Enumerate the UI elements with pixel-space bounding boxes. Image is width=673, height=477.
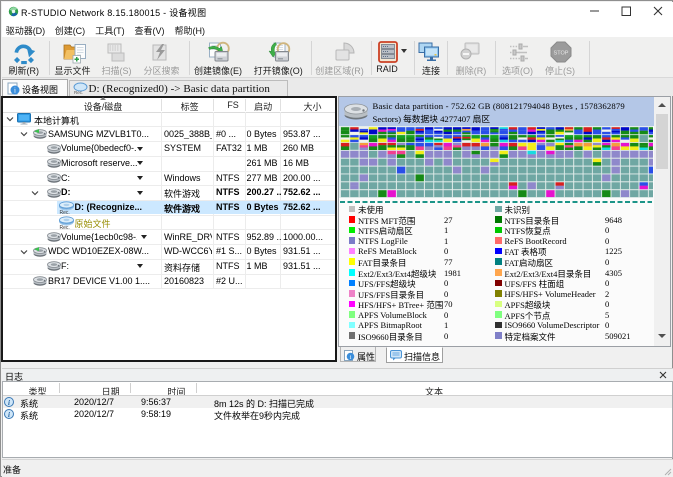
svg-text:Rec.: Rec. bbox=[74, 90, 83, 95]
svg-text:i: i bbox=[8, 399, 10, 407]
svg-text:Rec.: Rec. bbox=[59, 210, 69, 214]
svg-text:i: i bbox=[14, 86, 16, 94]
svg-text:STOP: STOP bbox=[553, 51, 568, 57]
svg-text:i: i bbox=[8, 410, 10, 418]
svg-text:Rec.: Rec. bbox=[59, 225, 69, 229]
